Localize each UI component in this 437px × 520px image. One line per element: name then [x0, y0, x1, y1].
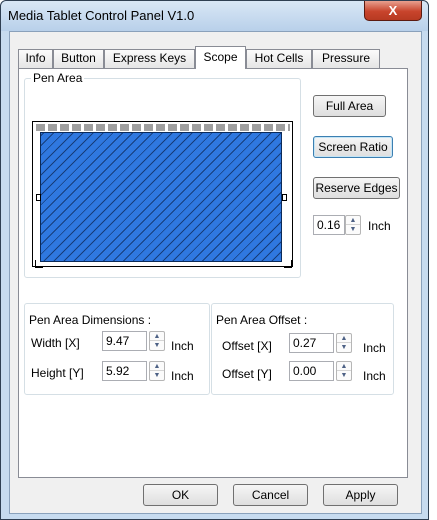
height-unit: Inch: [171, 369, 194, 383]
spin-up-icon[interactable]: ▲: [337, 334, 351, 343]
offset-y-input[interactable]: 0.00: [289, 361, 334, 381]
offset-group-label: Pen Area Offset :: [216, 313, 308, 327]
left-resize-handle[interactable]: [36, 194, 41, 201]
height-input[interactable]: 5.92: [102, 361, 147, 381]
right-resize-handle[interactable]: [282, 194, 287, 201]
spin-down-icon[interactable]: ▼: [150, 371, 164, 380]
offset-x-input[interactable]: 0.27: [289, 333, 334, 353]
spin-down-icon[interactable]: ▼: [337, 343, 351, 352]
cancel-button[interactable]: Cancel: [233, 484, 308, 506]
tab-hot-cells[interactable]: Hot Cells: [246, 49, 312, 68]
offset-y-spinner[interactable]: ▲ ▼: [336, 361, 352, 381]
spin-up-icon[interactable]: ▲: [150, 362, 164, 371]
screen-ratio-button[interactable]: Screen Ratio: [313, 136, 393, 158]
offset-x-unit: Inch: [363, 341, 386, 355]
tab-info[interactable]: Info: [18, 49, 53, 68]
tab-button[interactable]: Button: [53, 49, 104, 68]
width-spinner[interactable]: ▲ ▼: [149, 331, 165, 351]
control-panel-window: Media Tablet Control Panel V1.0 X Info B…: [0, 0, 429, 520]
offset-y-unit: Inch: [363, 369, 386, 383]
spin-up-icon[interactable]: ▲: [337, 362, 351, 371]
corner-bottom-right: [284, 260, 292, 268]
reserve-edges-input[interactable]: 0.16: [313, 215, 345, 235]
width-unit: Inch: [171, 339, 194, 353]
width-label: Width [X]: [31, 336, 80, 350]
offset-y-label: Offset [Y]: [222, 367, 272, 381]
title-bar[interactable]: Media Tablet Control Panel V1.0 X: [1, 1, 428, 31]
spin-down-icon[interactable]: ▼: [337, 371, 351, 380]
reserve-edges-spinner[interactable]: ▲ ▼: [345, 215, 361, 235]
height-label: Height [Y]: [31, 366, 84, 380]
width-input[interactable]: 9.47: [102, 331, 147, 351]
scope-tab-panel: Pen Area Full Area Screen Ratio Reserve …: [18, 68, 408, 478]
height-spinner[interactable]: ▲ ▼: [149, 361, 165, 381]
dimensions-group-label: Pen Area Dimensions :: [29, 313, 152, 327]
spin-up-icon[interactable]: ▲: [150, 332, 164, 341]
pen-area-rectangle[interactable]: [40, 132, 282, 262]
reserve-edges-unit: Inch: [368, 219, 391, 233]
tab-scope[interactable]: Scope: [195, 46, 246, 69]
corner-bottom-left: [35, 260, 43, 268]
reserve-edges-button[interactable]: Reserve Edges: [313, 177, 400, 199]
offset-x-label: Offset [X]: [222, 339, 272, 353]
spin-up-icon[interactable]: ▲: [346, 216, 360, 225]
tab-pressure[interactable]: Pressure: [312, 49, 380, 68]
full-area-button[interactable]: Full Area: [313, 95, 386, 117]
close-icon: X: [388, 3, 398, 18]
pen-area-canvas[interactable]: [32, 121, 293, 268]
window-title: Media Tablet Control Panel V1.0: [8, 8, 195, 23]
close-button[interactable]: X: [364, 1, 422, 21]
apply-button[interactable]: Apply: [323, 484, 398, 506]
ok-button[interactable]: OK: [143, 484, 218, 506]
pen-area-group-label: Pen Area: [31, 71, 85, 85]
offset-x-spinner[interactable]: ▲ ▼: [336, 333, 352, 353]
client-area: Info Button Express Keys Scope Hot Cells…: [9, 31, 422, 514]
spin-down-icon[interactable]: ▼: [150, 341, 164, 350]
pen-area-ruler: [36, 124, 290, 131]
spin-down-icon[interactable]: ▼: [346, 225, 360, 234]
tab-express-keys[interactable]: Express Keys: [104, 49, 195, 68]
